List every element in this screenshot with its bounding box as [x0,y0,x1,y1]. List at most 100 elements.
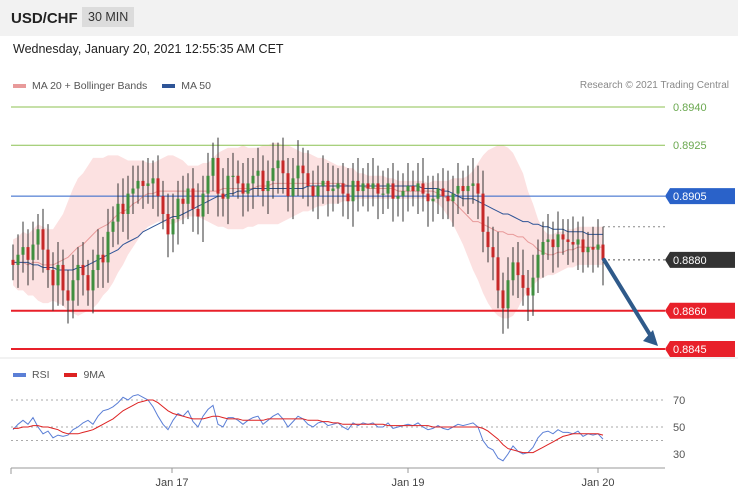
candle-body [536,254,540,278]
candle [441,168,445,220]
candle-body [526,287,530,296]
candle-body [571,242,575,245]
candle-body [36,229,40,245]
candle-body [106,231,110,263]
candle-body [121,203,125,214]
candle-body [116,203,120,222]
candle-body [511,262,515,281]
candle-body [331,188,335,192]
candle-body [426,193,430,202]
candle-body [256,170,260,176]
candle-body [41,229,45,250]
candle-body [171,219,175,235]
candle-body [601,244,605,260]
candle-body [21,247,25,255]
candle-body [111,221,115,232]
candle-body [341,183,345,194]
candle-body [496,257,500,291]
candle-body [321,180,325,186]
candle-body [231,175,235,177]
level-tag-text: 0.8925 [673,140,707,152]
candle-body [336,183,340,189]
level-tag-text: 0.8940 [673,102,707,114]
candle-body [481,193,485,232]
candle-body [221,193,225,199]
candle-body [446,196,450,202]
candle-body [66,290,70,301]
candle-body [26,247,30,260]
candle-body [246,183,250,194]
candle-body [386,183,390,194]
candle-body [546,239,550,243]
candle-body [391,183,395,199]
candle-body [196,208,200,217]
candle-body [491,247,495,258]
candle-body [346,193,350,202]
candle-body [381,193,385,195]
candle-body [271,168,275,181]
candle-body [46,249,50,271]
x-tick-label: Jan 17 [155,477,188,489]
candle-body [16,254,20,265]
candle-body [476,183,480,194]
level-tag-0.8905: 0.8905 [665,188,735,205]
level-tag-text: 0.8905 [673,191,707,203]
candle [376,165,380,220]
rsi-tick-label-30: 30 [673,449,685,461]
candle-body [411,185,415,192]
candle-body [486,231,490,248]
candle-body [561,234,565,240]
candle-body [151,178,155,184]
candle-body [286,173,290,197]
rsi-tick-label-50: 50 [673,422,685,434]
candle-body [186,188,190,204]
candle-body [101,254,105,263]
candle-body [566,239,570,243]
candle-body [166,213,170,235]
candle-body [581,239,585,253]
candle [386,168,390,209]
candle-body [276,160,280,169]
candle-body [126,193,130,214]
candle-body [556,234,560,248]
candle-body [436,188,440,199]
candle-body [136,180,140,189]
candle-body [311,185,315,197]
candle-body [366,183,370,189]
candle-body [191,188,195,209]
candle-body [356,180,360,192]
candle-body [181,198,185,204]
candle-body [551,239,555,248]
candle [366,163,370,212]
candle-body [91,270,95,291]
candle-body [531,277,535,296]
forecast-arrow-shaft [602,257,654,340]
candle-body [361,183,365,192]
candle [416,163,420,214]
candle-body [326,180,330,192]
candle-body [141,180,145,186]
candle-body [506,280,510,309]
candle-body [211,157,215,176]
candle-body [86,275,90,291]
level-tag-0.8860: 0.8860 [665,302,735,319]
candle-body [306,173,310,186]
x-tick-label: Jan 19 [391,477,424,489]
candle [421,157,425,212]
candle-body [261,170,265,192]
candle-body [596,244,600,250]
candle-body [521,275,525,288]
candle [436,173,440,214]
candle-body [146,183,150,186]
candle-body [371,183,375,189]
candle [356,157,360,212]
candle-body [51,270,55,286]
candle-body [516,262,520,276]
candle-body [351,180,355,202]
candle-body [201,193,205,217]
candle-body [541,242,545,255]
candle [406,163,410,212]
rsi-series-9ma [13,399,604,454]
candle-body [466,185,470,192]
candle-body [401,191,405,197]
